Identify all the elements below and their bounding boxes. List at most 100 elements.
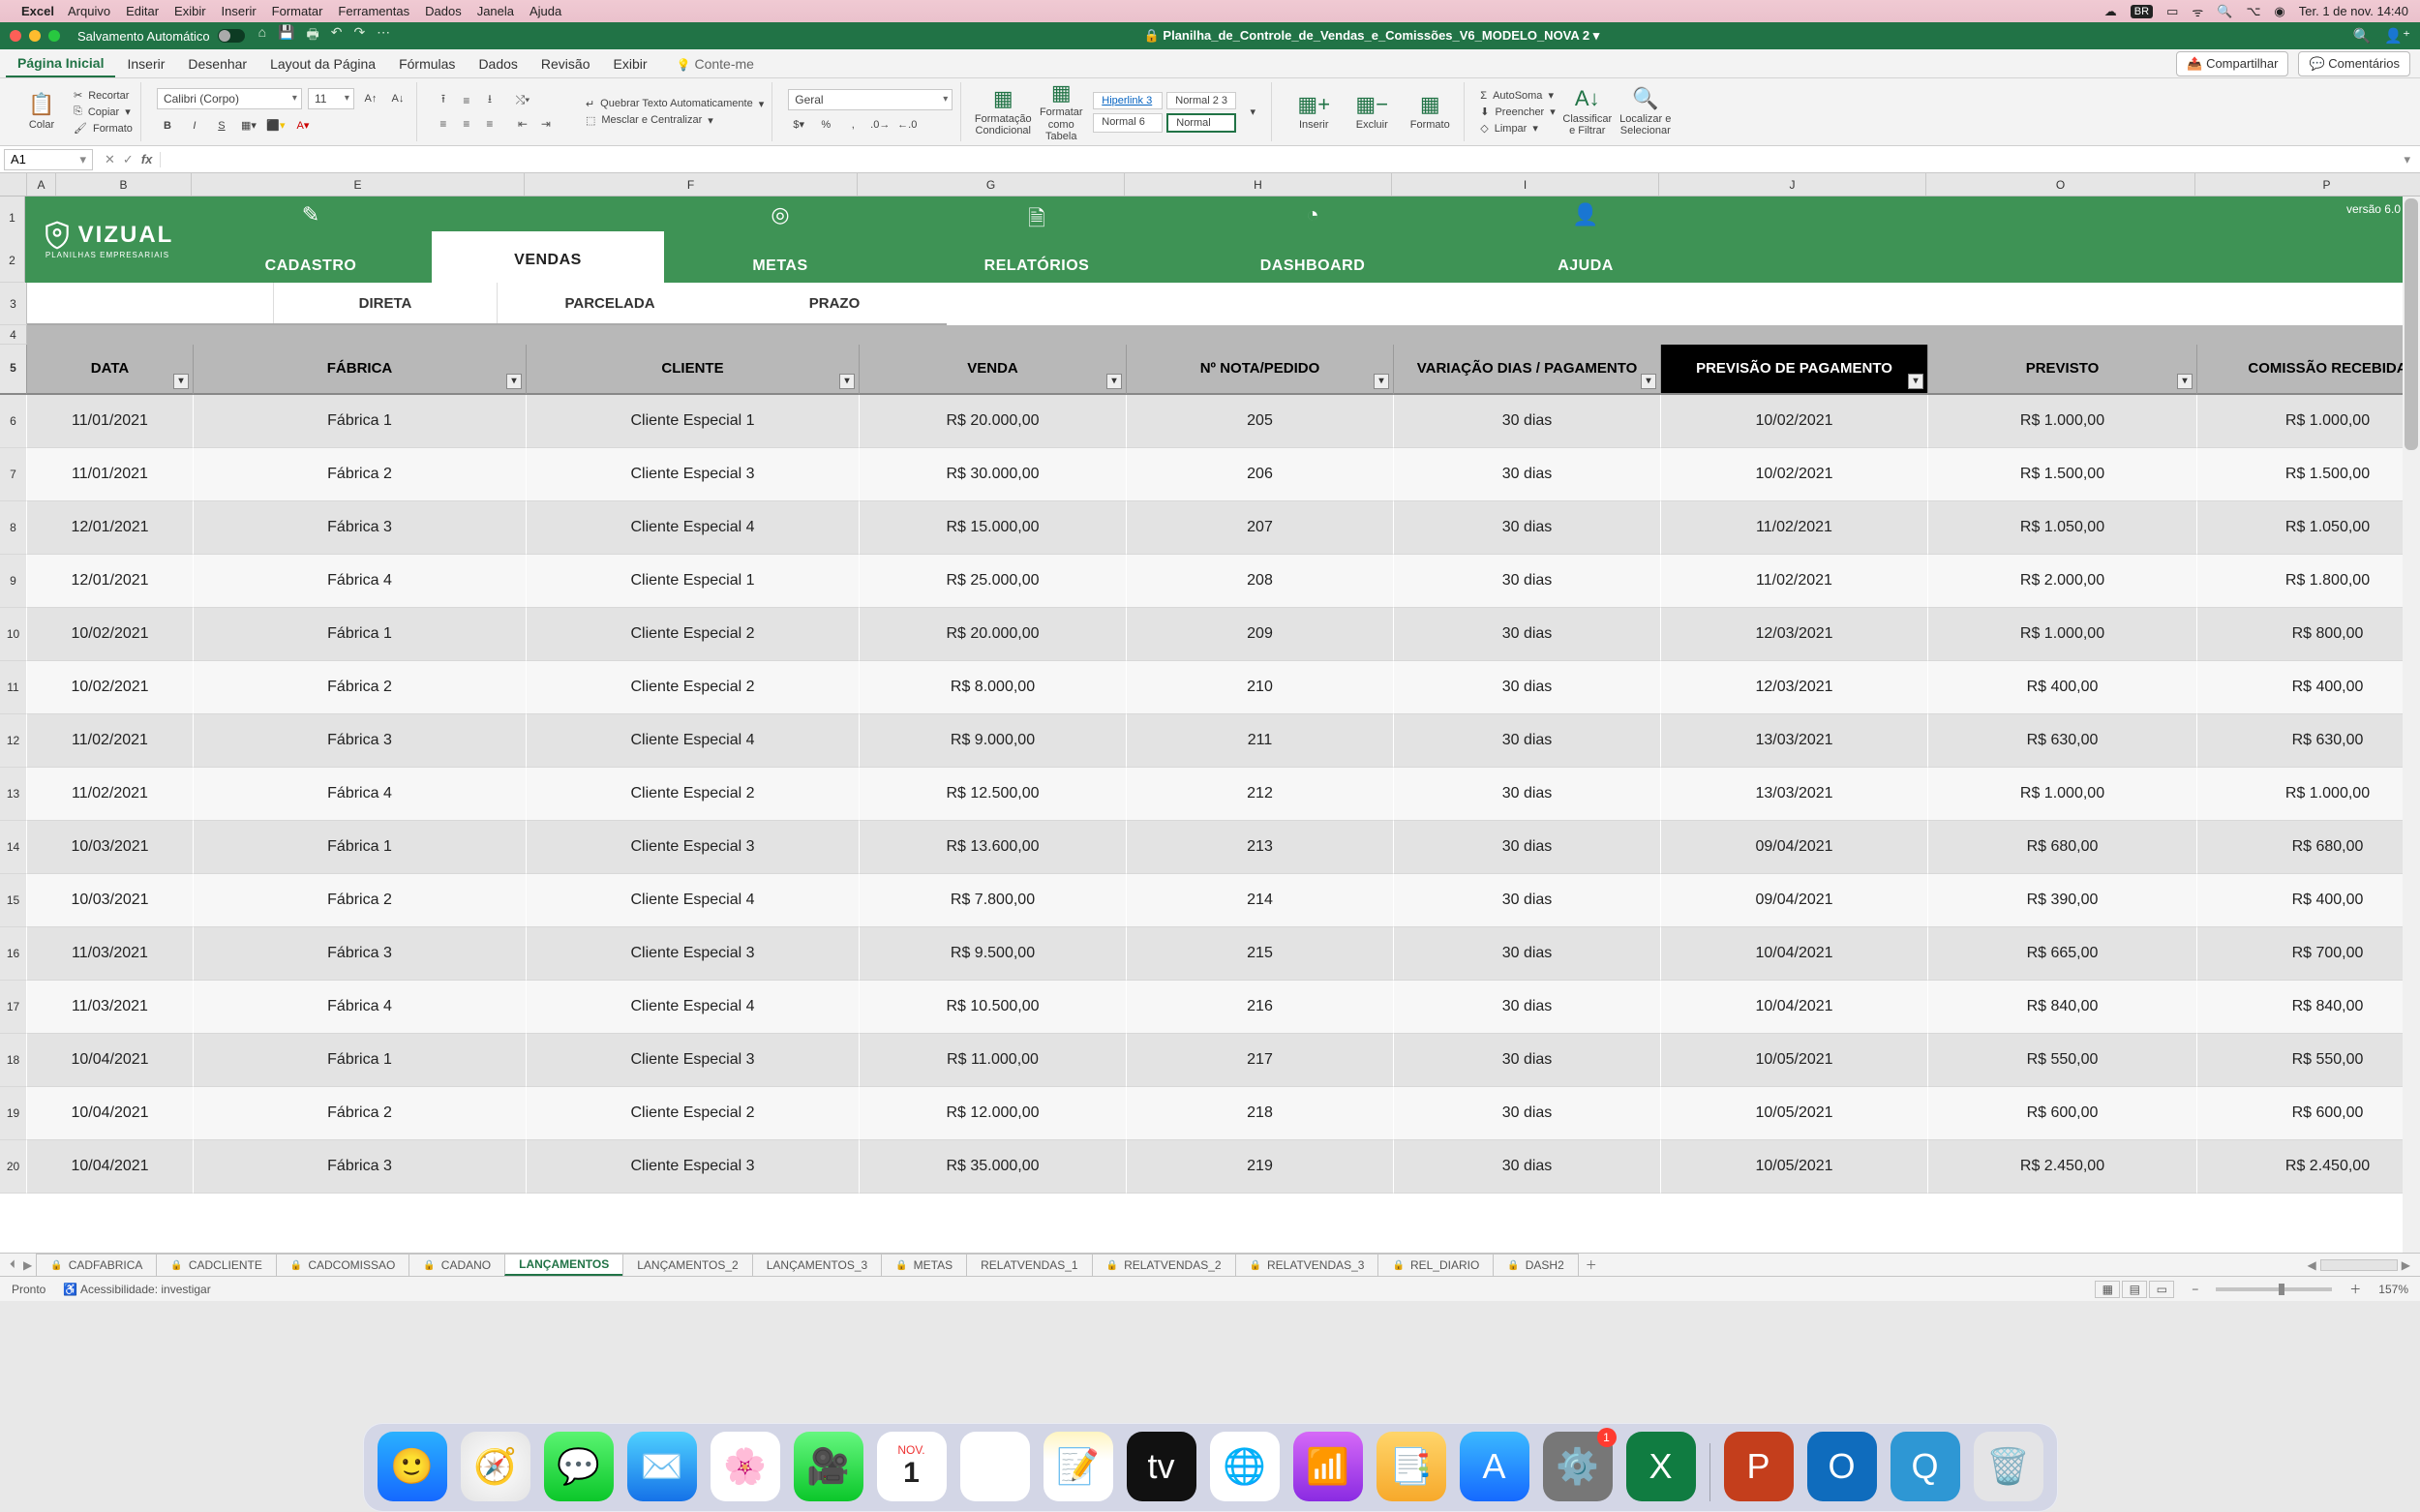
comma-icon[interactable]: ,	[842, 114, 863, 136]
cell-comissao[interactable]: R$ 400,00	[2197, 661, 2420, 714]
cell-venda[interactable]: R$ 20.000,00	[860, 395, 1127, 448]
cell-fabrica[interactable]: Fábrica 4	[194, 555, 527, 608]
cell-data[interactable]: 11/02/2021	[27, 768, 194, 821]
row-header[interactable]: 19	[0, 1087, 27, 1140]
cell-previsto[interactable]: R$ 1.000,00	[1928, 608, 2197, 661]
cell-venda[interactable]: R$ 20.000,00	[860, 608, 1127, 661]
zoom-out-icon[interactable]: −	[2192, 1283, 2198, 1296]
col-header-a[interactable]: A	[27, 173, 56, 196]
zoom-window[interactable]	[48, 30, 60, 42]
vertical-scrollbar[interactable]	[2403, 197, 2420, 1253]
dock-trash[interactable]: 🗑️	[1974, 1432, 2043, 1501]
cell-previsto[interactable]: R$ 630,00	[1928, 714, 2197, 768]
cell-comissao[interactable]: R$ 2.450,00	[2197, 1140, 2420, 1194]
cell-data[interactable]: 11/03/2021	[27, 981, 194, 1034]
sheet-tab[interactable]: 🔒CADCLIENTE	[156, 1254, 276, 1276]
view-normal-icon[interactable]: ▦	[2095, 1281, 2120, 1298]
th-previsto[interactable]: PREVISTO▾	[1928, 345, 2197, 395]
cancel-icon[interactable]: ✕	[105, 152, 115, 167]
ribbon-tab-desenhar[interactable]: Desenhar	[176, 51, 258, 76]
decrease-decimal-icon[interactable]: ←.0	[896, 114, 918, 136]
sheet-tab[interactable]: 🔒RELATVENDAS_3	[1235, 1254, 1379, 1276]
menu-arquivo[interactable]: Arquivo	[68, 4, 110, 18]
cell-comissao[interactable]: R$ 400,00	[2197, 874, 2420, 927]
ribbon-tab-layout[interactable]: Layout da Página	[258, 51, 387, 76]
sheet-nav-first[interactable]: ⏴	[6, 1257, 19, 1272]
cell-fabrica[interactable]: Fábrica 2	[194, 874, 527, 927]
dock-quicktime[interactable]: Q	[1891, 1432, 1960, 1501]
dock-facetime[interactable]: 🎥	[794, 1432, 863, 1501]
subnav-parcelada[interactable]: PARCELADA	[498, 283, 722, 323]
cell-venda[interactable]: R$ 8.000,00	[860, 661, 1127, 714]
cell-previsto[interactable]: R$ 2.450,00	[1928, 1140, 2197, 1194]
row-header[interactable]: 18	[0, 1034, 27, 1087]
cell-cliente[interactable]: Cliente Especial 2	[527, 608, 860, 661]
cell-nota[interactable]: 214	[1127, 874, 1394, 927]
cell-cliente[interactable]: Cliente Especial 2	[527, 661, 860, 714]
ribbon-tab-formulas[interactable]: Fórmulas	[387, 51, 467, 76]
row-header[interactable]: 11	[0, 661, 27, 714]
conditional-formatting-button[interactable]: ▦Formatação Condicional	[977, 87, 1029, 136]
cell-previsto[interactable]: R$ 550,00	[1928, 1034, 2197, 1087]
row-header-1-2[interactable]: 12	[0, 197, 25, 283]
sheet-tab[interactable]: 🔒REL_DIARIO	[1377, 1254, 1494, 1276]
cell-variacao[interactable]: 30 dias	[1394, 1034, 1661, 1087]
cell-variacao[interactable]: 30 dias	[1394, 927, 1661, 981]
cell-data[interactable]: 10/04/2021	[27, 1034, 194, 1087]
cell-variacao[interactable]: 30 dias	[1394, 395, 1661, 448]
col-header-p[interactable]: P	[2195, 173, 2420, 196]
cell-fabrica[interactable]: Fábrica 3	[194, 501, 527, 555]
qat-print-icon[interactable]: 🖶	[306, 24, 318, 47]
battery-icon[interactable]: ▭	[2166, 4, 2178, 19]
col-header-o[interactable]: O	[1926, 173, 2195, 196]
cell-fabrica[interactable]: Fábrica 1	[194, 608, 527, 661]
cell-previsao[interactable]: 10/04/2021	[1661, 981, 1928, 1034]
sort-filter-button[interactable]: A↓Classificar e Filtrar	[1561, 87, 1614, 136]
dock-chrome[interactable]: 🌐	[1210, 1432, 1280, 1501]
cell-venda[interactable]: R$ 35.000,00	[860, 1140, 1127, 1194]
dock-stickies[interactable]: 📑	[1376, 1432, 1446, 1501]
border-icon[interactable]: ▦▾	[238, 115, 259, 136]
cell-venda[interactable]: R$ 12.000,00	[860, 1087, 1127, 1140]
cell-fabrica[interactable]: Fábrica 3	[194, 927, 527, 981]
cell-cliente[interactable]: Cliente Especial 4	[527, 714, 860, 768]
paste-button[interactable]: 📋Colar	[15, 93, 68, 130]
autosum-button[interactable]: Σ AutoSoma ▾	[1480, 89, 1556, 102]
dock-mail[interactable]: ✉️	[627, 1432, 697, 1501]
find-select-button[interactable]: 🔍Localizar e Selecionar	[1619, 87, 1672, 136]
cell-venda[interactable]: R$ 30.000,00	[860, 448, 1127, 501]
cell-comissao[interactable]: R$ 630,00	[2197, 714, 2420, 768]
cell-previsao[interactable]: 10/02/2021	[1661, 448, 1928, 501]
qat-home-icon[interactable]: ⌂	[258, 24, 266, 47]
status-cloud-icon[interactable]: ☁︎	[2104, 4, 2117, 19]
menu-ajuda[interactable]: Ajuda	[529, 4, 561, 18]
sheet-tab[interactable]: 🔒CADFABRICA	[36, 1254, 157, 1276]
cell-variacao[interactable]: 30 dias	[1394, 874, 1661, 927]
cell-data[interactable]: 10/03/2021	[27, 821, 194, 874]
dock-messages[interactable]: 💬	[544, 1432, 614, 1501]
cell-previsto[interactable]: R$ 840,00	[1928, 981, 2197, 1034]
status-accessibility[interactable]: ♿ Acessibilidade: investigar	[63, 1283, 210, 1296]
row-header[interactable]: 16	[0, 927, 27, 981]
indent-left-icon[interactable]: ⇤	[512, 113, 533, 135]
dock-calendar[interactable]: NOV.1	[877, 1432, 947, 1501]
dock-outlook[interactable]: O	[1807, 1432, 1877, 1501]
cell-cliente[interactable]: Cliente Especial 3	[527, 821, 860, 874]
clear-button[interactable]: ◇ Limpar ▾	[1480, 122, 1556, 135]
toggle-switch[interactable]	[218, 29, 245, 43]
cell-cliente[interactable]: Cliente Especial 1	[527, 555, 860, 608]
dock-podcasts[interactable]: 📶	[1293, 1432, 1363, 1501]
spotlight-icon[interactable]: 🔍	[2217, 4, 2232, 19]
cell-comissao[interactable]: R$ 550,00	[2197, 1034, 2420, 1087]
enter-icon[interactable]: ✓	[123, 152, 134, 167]
row-header[interactable]: 7	[0, 448, 27, 501]
horizontal-scrollbar[interactable]	[2320, 1259, 2398, 1271]
col-header-g[interactable]: G	[858, 173, 1125, 196]
sheet-nav-prev[interactable]: ▶	[19, 1258, 36, 1272]
cell-data[interactable]: 11/02/2021	[27, 714, 194, 768]
cell-cliente[interactable]: Cliente Especial 1	[527, 395, 860, 448]
cell-comissao[interactable]: R$ 680,00	[2197, 821, 2420, 874]
cell-previsao[interactable]: 10/02/2021	[1661, 395, 1928, 448]
cell-previsao[interactable]: 10/04/2021	[1661, 927, 1928, 981]
cell-venda[interactable]: R$ 12.500,00	[860, 768, 1127, 821]
